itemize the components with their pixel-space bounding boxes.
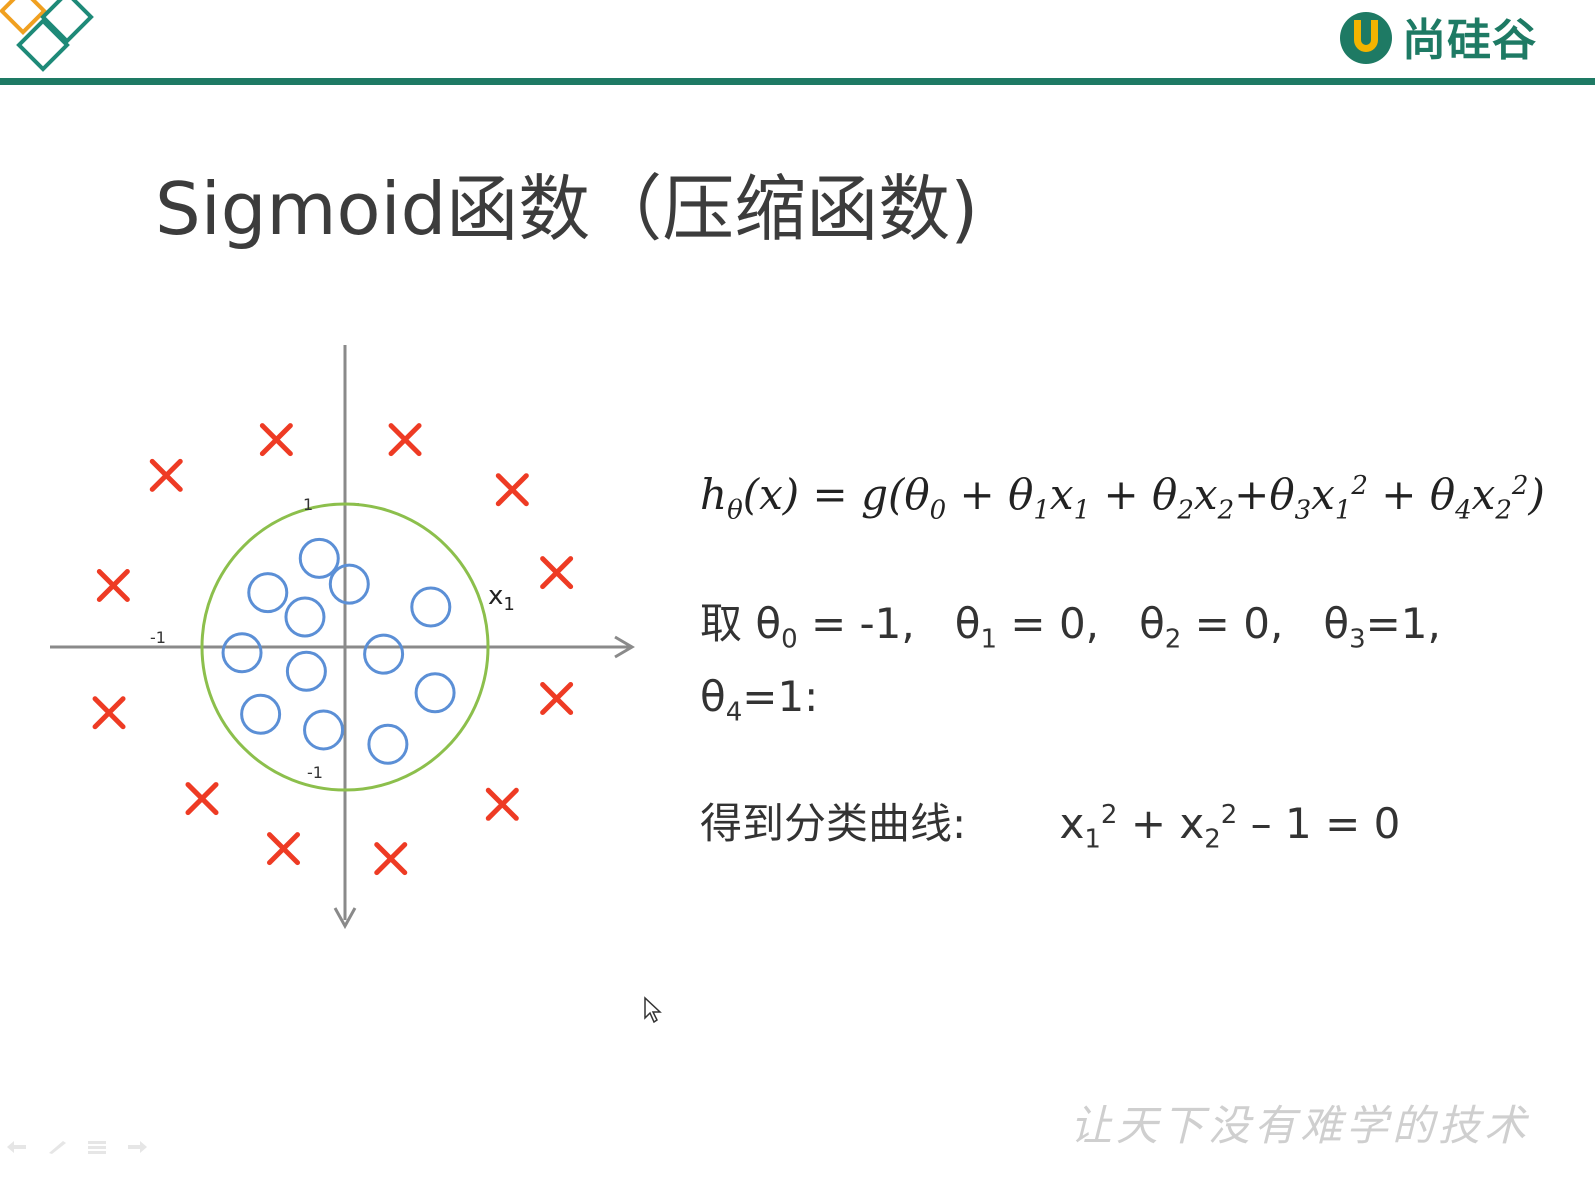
circle-point <box>410 586 452 628</box>
cross-point <box>374 842 408 876</box>
y-tick-label-neg1: -1 <box>307 763 323 782</box>
circle-point <box>247 572 289 614</box>
cross-point <box>388 423 422 457</box>
cross-point <box>540 681 574 715</box>
cross-point <box>267 832 301 866</box>
next-arrow-icon[interactable] <box>126 1140 148 1154</box>
curve-label: 得到分类曲线: <box>700 799 967 848</box>
hypothesis-formula: hθ(x) = g(θ0 + θ1x1 + θ2x2+θ3x12 + θ4x22… <box>700 470 1545 526</box>
slideshow-controls[interactable] <box>6 1140 148 1154</box>
circle-point <box>284 596 326 638</box>
parameter-values-line2: θ4=1: <box>700 672 819 728</box>
menu-icon[interactable] <box>86 1140 108 1154</box>
cross-point <box>495 473 529 507</box>
cross-point <box>149 458 183 492</box>
circle-point <box>221 632 263 674</box>
decision-boundary-plot: 1 -1 -1 x1 <box>50 345 635 930</box>
circle-point <box>298 537 340 579</box>
circle-point <box>303 709 345 751</box>
watermark-slogan: 让天下没有难学的技术 <box>1070 1101 1531 1150</box>
brand-logo: 尚硅谷 <box>1336 4 1537 68</box>
mouse-cursor-icon <box>644 996 662 1024</box>
data-points <box>92 423 574 876</box>
cross-point <box>259 423 293 457</box>
cross-point <box>185 782 219 816</box>
cross-point <box>92 696 126 730</box>
cross-point <box>485 787 519 821</box>
corner-diamond-logo <box>0 0 94 72</box>
circle-point <box>367 723 409 765</box>
curve-equation: x12 + x22 – 1 = 0 <box>1059 799 1401 855</box>
parameter-values-line1: 取 θ0 = -1, θ1 = 0, θ2 = 0, θ3=1, <box>700 599 1441 655</box>
u-logo-icon <box>1340 12 1392 64</box>
classification-curve: 得到分类曲线: x12 + x22 – 1 = 0 <box>700 790 1400 854</box>
pen-icon[interactable] <box>46 1140 68 1154</box>
circle-point <box>363 633 405 675</box>
circle-point <box>285 650 327 692</box>
x1-axis-label: x1 <box>488 581 515 615</box>
brand-name: 尚硅谷 <box>1402 15 1537 66</box>
circle-point <box>414 672 456 714</box>
y-tick-label-1: 1 <box>303 495 313 514</box>
cross-point <box>540 556 574 590</box>
circle-point <box>240 693 282 735</box>
cross-point <box>96 569 130 603</box>
axis-labels: 1 -1 -1 x1 <box>150 495 515 782</box>
axes <box>50 345 635 930</box>
slide-title: Sigmoid函数（压缩函数) <box>155 167 979 251</box>
x-tick-label-neg1: -1 <box>150 628 166 647</box>
header-divider <box>0 78 1595 85</box>
previous-arrow-icon[interactable] <box>6 1140 28 1154</box>
circle-point <box>328 563 370 605</box>
